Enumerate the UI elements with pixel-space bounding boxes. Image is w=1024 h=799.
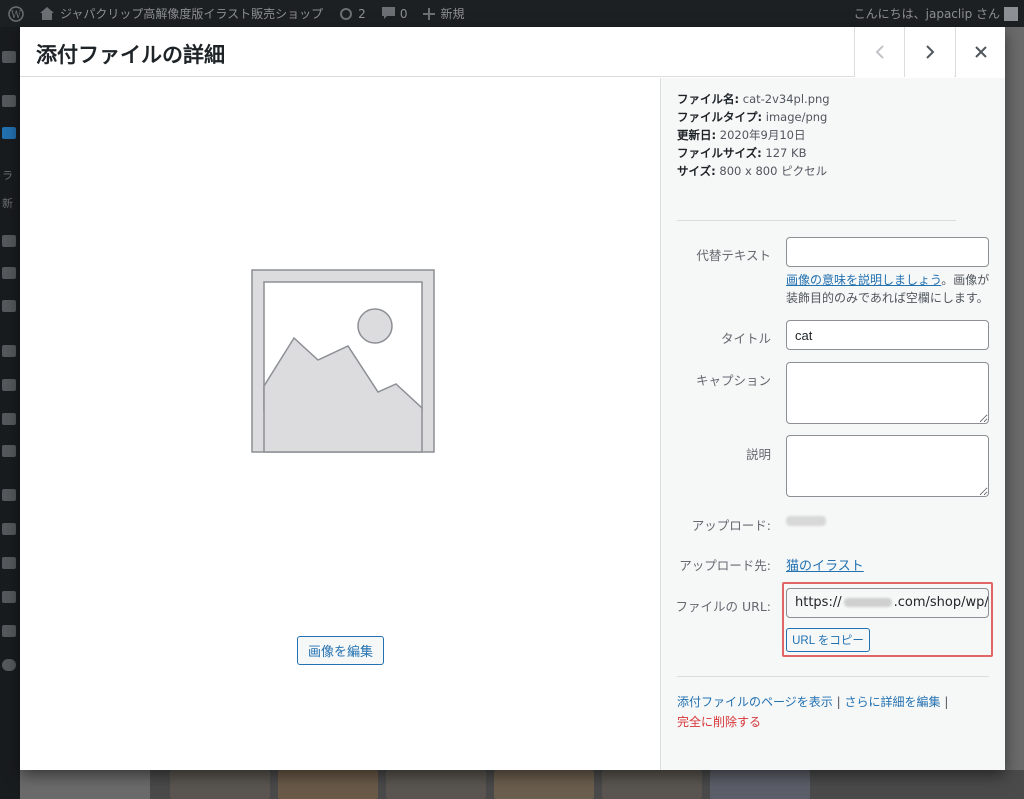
highlight-box xyxy=(782,582,993,657)
uploaded-date-label: 更新日: xyxy=(677,128,717,142)
thumbnail[interactable] xyxy=(602,770,702,799)
uploaded-date-value: 2020年9月10日 xyxy=(719,128,806,142)
updates-icon xyxy=(340,7,353,20)
uploaded-to-label: アップロード先: xyxy=(679,558,771,573)
edit-image-button[interactable]: 画像を編集 xyxy=(297,636,384,665)
alt-text-label: 代替テキスト xyxy=(696,248,771,263)
uploaded-by-label: アップロード: xyxy=(691,518,771,533)
image-preview-area: 画像を編集 xyxy=(20,78,660,770)
divider xyxy=(677,676,989,677)
dashboard-icon[interactable] xyxy=(2,51,16,63)
chevron-left-icon xyxy=(875,45,884,59)
marketing-icon[interactable] xyxy=(2,445,16,457)
caption-label: キャプション xyxy=(695,373,771,388)
close-icon xyxy=(974,46,987,58)
filetype-row: ファイルタイプ: image/png xyxy=(677,108,977,126)
dimensions-row: サイズ: 800 x 800 ピクセル xyxy=(677,162,977,180)
alt-text-input[interactable] xyxy=(786,237,989,267)
filename-row: ファイル名: cat-2v34pl.png xyxy=(677,90,977,108)
close-button[interactable] xyxy=(955,27,1005,77)
new-label: 新規 xyxy=(440,7,465,21)
delete-permanently-link[interactable]: 完全に削除する xyxy=(677,715,761,729)
updates-link[interactable]: 2 xyxy=(331,0,374,27)
users-icon[interactable] xyxy=(2,557,16,569)
greeting: こんにちは、japaclip さん xyxy=(853,7,1000,21)
comments-link[interactable]: 0 xyxy=(374,0,416,27)
dimensions-value: 800 x 800 ピクセル xyxy=(719,164,828,178)
menu-label-new[interactable]: 新 xyxy=(2,195,13,211)
tools-icon[interactable] xyxy=(2,591,16,603)
dimensions-label: サイズ: xyxy=(677,164,716,178)
mail-icon[interactable] xyxy=(2,300,16,312)
site-name: ジャパクリップ高解像度版イラスト販売ショップ xyxy=(60,7,324,21)
analytics-icon[interactable] xyxy=(2,413,16,425)
admin-bar: W ジャパクリップ高解像度版イラスト販売ショップ 2 0 新規 こんにちは、ja… xyxy=(0,0,1024,27)
filesize-row: ファイルサイズ: 127 KB xyxy=(677,144,977,162)
filename-value: cat-2v34pl.png xyxy=(742,92,830,106)
woo-icon[interactable] xyxy=(2,345,16,357)
avatar xyxy=(1004,6,1018,21)
my-account[interactable]: こんにちは、japaclip さん xyxy=(854,0,1018,27)
svg-text:W: W xyxy=(11,10,22,21)
new-content-link[interactable]: 新規 xyxy=(415,0,472,27)
thumbnail[interactable] xyxy=(278,770,378,799)
comments-icon[interactable] xyxy=(2,267,16,279)
filesize-value: 127 KB xyxy=(765,146,807,160)
admin-menu: ラ 新 xyxy=(0,27,20,799)
description-textarea[interactable] xyxy=(786,435,989,497)
filename-label: ファイル名: xyxy=(677,92,740,106)
title-input[interactable] xyxy=(786,320,989,350)
media-icon[interactable] xyxy=(2,127,16,139)
products-icon[interactable] xyxy=(2,379,16,391)
description-label: 説明 xyxy=(745,447,771,462)
attachment-actions: 添付ファイルのページを表示 | さらに詳細を編集 | 完全に削除する xyxy=(677,692,977,732)
plugins-icon[interactable] xyxy=(2,523,16,535)
site-name-link[interactable]: ジャパクリップ高解像度版イラスト販売ショップ xyxy=(32,0,331,27)
edit-more-details-link[interactable]: さらに詳細を編集 xyxy=(844,695,940,709)
comments-count: 0 xyxy=(399,6,408,21)
separator: | xyxy=(836,695,841,709)
alt-text-hint: 画像の意味を説明しましょう。画像が装飾目的のみであれば空欄にします。 xyxy=(786,271,994,307)
attachment-info-sidebar: ファイル名: cat-2v34pl.png ファイルタイプ: image/png… xyxy=(660,78,1005,770)
collapse-icon[interactable] xyxy=(2,659,16,671)
alt-text-help-link[interactable]: 画像の意味を説明しましょう xyxy=(786,273,941,287)
thumbnail[interactable] xyxy=(170,770,270,799)
caption-textarea[interactable] xyxy=(786,362,989,424)
title-label: タイトル xyxy=(720,331,771,346)
filetype-value: image/png xyxy=(765,110,828,124)
pin-icon[interactable] xyxy=(2,95,16,107)
comment-icon xyxy=(381,7,395,19)
wordpress-logo-icon[interactable]: W xyxy=(0,0,32,27)
divider xyxy=(677,220,956,221)
view-attachment-page-link[interactable]: 添付ファイルのページを表示 xyxy=(677,695,833,709)
file-url-label: ファイルの URL: xyxy=(675,599,771,614)
next-button[interactable] xyxy=(904,27,954,77)
attachment-details-modal: 添付ファイルの詳細 画像を編集 ファイル名: cat-2v34pl.png ファ… xyxy=(20,27,1005,770)
chevron-right-icon xyxy=(925,45,934,59)
pages-icon[interactable] xyxy=(2,235,16,247)
thumbnail[interactable] xyxy=(710,770,810,799)
image-placeholder-icon xyxy=(251,269,435,453)
home-icon xyxy=(40,7,54,20)
previous-button[interactable] xyxy=(854,27,904,77)
uploaded-date-row: 更新日: 2020年9月10日 xyxy=(677,126,977,144)
uploaded-to-link[interactable]: 猫のイラスト xyxy=(786,555,864,574)
thumbnail[interactable] xyxy=(494,770,594,799)
modal-header: 添付ファイルの詳細 xyxy=(20,27,1005,77)
menu-label-library[interactable]: ラ xyxy=(2,167,13,183)
media-grid-thumbnails xyxy=(150,770,1024,799)
appearance-icon[interactable] xyxy=(2,489,16,501)
modal-title: 添付ファイルの詳細 xyxy=(36,43,225,67)
thumbnail[interactable] xyxy=(386,770,486,799)
filesize-label: ファイルサイズ: xyxy=(677,146,762,160)
separator: | xyxy=(944,695,949,709)
uploaded-by-value xyxy=(786,516,826,526)
plus-icon xyxy=(423,7,436,20)
settings-icon[interactable] xyxy=(2,625,16,637)
file-details: ファイル名: cat-2v34pl.png ファイルタイプ: image/png… xyxy=(677,90,977,180)
updates-count: 2 xyxy=(358,6,366,21)
filetype-label: ファイルタイプ: xyxy=(677,110,763,124)
